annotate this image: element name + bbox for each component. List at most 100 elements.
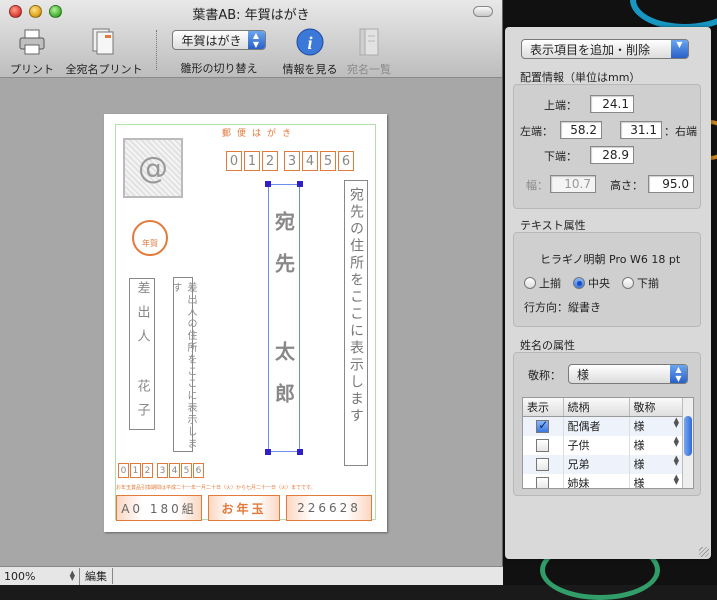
sender-zip-boxes[interactable]: 0 1 2 3 4 5 6 [118,463,204,478]
honorific-cell[interactable]: 様 ▲ ▼ [629,435,684,455]
name-section-title: 姓名の属性 [520,339,575,352]
top-field[interactable]: 24.1 [590,95,634,113]
table-row[interactable]: 配偶者 様 ▲▼ [523,416,684,436]
resize-handle[interactable] [297,181,303,187]
resize-handle[interactable] [297,449,303,455]
radio-circle-selected [573,277,585,289]
zip-digit: 2 [262,151,278,171]
title-bar: 葉書AB: 年賀はがき プリント 全宛名プリント 年賀はがき ▲ ▼ 雛形の切り… [0,0,502,78]
stepper-arrows-icon: ▲ ▼ [673,473,679,486]
sender-address-field[interactable]: 差出人の住所をここに表示します [170,277,196,452]
recipient-name-field[interactable]: 宛先 太郎 [268,184,300,452]
bottom-label: 下端： [544,150,577,163]
align-center-radio[interactable]: 中央 [573,275,610,291]
right-label: ：右端 [664,125,697,138]
table-row[interactable]: 姉妹 様 ▲ ▼ [523,473,684,489]
height-field[interactable]: 95.0 [648,175,694,193]
column-header-show[interactable]: 表示 [523,398,564,417]
show-checkbox[interactable] [536,476,550,488]
zip-digit: 5 [320,151,336,171]
svg-text:i: i [307,33,312,53]
add-remove-items-popup[interactable]: 表示項目を追加・削除 ▼ [521,39,689,59]
show-checkbox[interactable] [536,457,550,471]
recipient-zip-boxes[interactable]: 0 1 2 3 4 5 6 [226,151,354,171]
show-checkbox[interactable] [536,438,550,452]
align-bottom-label: 下揃 [637,277,659,290]
printer-icon [8,26,56,58]
zip-digit: 0 [226,151,242,171]
honorific-cell[interactable]: 様 ▲ ▼ [629,454,684,474]
resize-handle[interactable] [265,181,271,187]
stepper-arrows-icon: ▲ ▼ [69,569,75,582]
show-checkbox[interactable] [536,418,550,433]
print-all-button[interactable]: 全宛名プリント [62,26,146,77]
stacked-cards-icon [62,26,146,58]
zip-digit: 4 [169,463,180,478]
sender-name-field[interactable]: 差出人 花子 [129,278,155,430]
address-book-icon [344,26,394,58]
width-field: 10.7 [550,175,596,193]
zoom-stepper[interactable]: 100% ▲ ▼ [0,567,80,585]
toolbar-toggle-button[interactable] [473,6,493,17]
zip-digit: 6 [338,151,354,171]
column-header-honorific[interactable]: 敬称 [629,398,684,417]
honorific-value: 様 [577,367,590,382]
table-row[interactable]: 兄弟 様 ▲ ▼ [523,454,684,474]
stamp-symbol: @ [138,150,168,186]
honorific-cell[interactable]: 様 ▲ ▼ [629,473,684,489]
bottom-field[interactable]: 28.9 [590,146,634,164]
recipient-address-field[interactable]: 宛先の住所をここに表示します [344,180,368,466]
honorific-cell-value: 様 [633,458,645,471]
postcard-header: 郵便はがき [222,129,298,139]
align-bottom-radio[interactable]: 下揃 [622,275,659,291]
table-scrollbar[interactable] [682,398,693,488]
layout-section-title: 配置情報（単位はmm） [520,71,641,84]
honorific-cell-value: 様 [633,477,645,489]
right-field[interactable]: 31.1 [620,121,662,139]
name-attributes-group: 敬称： 様 ▲▼ 表示 続柄 敬称 配偶者 [513,352,701,496]
text-direction: 行方向：縦書き [524,301,601,314]
postcard-canvas[interactable]: 郵便はがき @ 0 1 2 3 4 5 6 年賀 宛先の住所をここに表示します … [104,114,387,532]
stepper-arrows-icon: ▲ ▼ [673,435,679,448]
height-label: 高さ： [610,179,643,192]
zip-digit: 1 [130,463,141,478]
align-top-radio[interactable]: 上揃 [524,275,561,291]
lottery-strip: お年玉賞品引換期間は平成二十一年一月二十日（火）から七月二十一日（火）までです。… [116,484,376,522]
print-button[interactable]: プリント [8,26,56,77]
zip-digit: 4 [302,151,318,171]
align-center-label: 中央 [588,277,610,290]
nenga-text: 年賀 [142,239,158,248]
align-top-label: 上揃 [539,277,561,290]
popup-arrows-icon: ▲ ▼ [247,31,265,49]
relation-table: 表示 続柄 敬称 配偶者 様 ▲▼ 子供 様 ▲▼ [522,397,694,489]
info-button[interactable]: i 情報を見る [278,26,342,77]
document-window: 葉書AB: 年賀はがき プリント 全宛名プリント 年賀はがき ▲ ▼ 雛形の切り… [0,0,503,585]
lottery-group: A0 180組 [116,495,202,521]
card-type-switcher: 年賀はがき ▲ ▼ 雛形の切り替え [167,26,271,76]
inspector-panel: 表示項目を追加・削除 ▼ 配置情報（単位はmm） 上端： 24.1 左端： 58… [505,27,711,559]
lottery-fine-print: お年玉賞品引換期間は平成二十一年一月二十日（火）から七月二十一日（火）までです。 [116,485,316,491]
zip-digit: 3 [284,151,300,171]
zip-digit: 2 [142,463,153,478]
honorific-cell[interactable]: 様 ▲ ▼ [629,416,684,436]
table-row[interactable]: 子供 様 ▲ ▼ [523,435,684,455]
card-type-popup[interactable]: 年賀はがき ▲ ▼ [172,30,266,50]
resize-grip-icon[interactable] [699,547,709,557]
zip-digit: 0 [118,463,129,478]
left-field[interactable]: 58.2 [560,121,602,139]
lottery-number: 226628 [286,495,372,521]
layout-group: 上端： 24.1 左端： 58.2 31.1 ：右端 下端： 28.9 幅： 1… [513,84,701,209]
honorific-popup[interactable]: 様 ▲ ▼ [568,364,688,384]
scrollbar-thumb[interactable] [684,416,692,456]
nenga-mark-icon: 年賀 [132,220,168,256]
relation-cell: 兄弟 [563,454,630,474]
column-header-relation[interactable]: 続柄 [563,398,630,417]
width-label: 幅： [526,179,548,192]
toolbar: プリント 全宛名プリント 年賀はがき ▲ ▼ 雛形の切り替え i 情報を見る 宛… [0,26,502,78]
resize-handle[interactable] [265,449,271,455]
desktop-decoration [630,0,717,30]
status-bar: 100% ▲ ▼ 編集 [0,566,503,585]
info-label: 情報を見る [282,63,338,76]
text-attributes-group: ヒラギノ明朝 Pro W6 18 pt 上揃 中央 下揃 行方向：縦書き [513,232,701,327]
address-list-button[interactable]: 宛名一覧 [344,26,394,77]
